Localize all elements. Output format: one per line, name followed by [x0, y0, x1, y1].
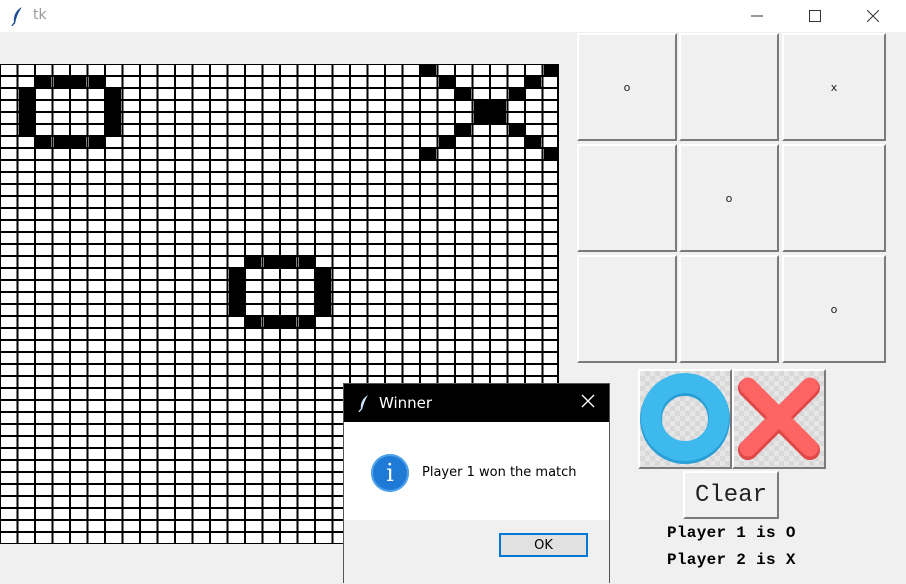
board-cell-6[interactable]	[782, 144, 886, 252]
grid-pixel-filled	[106, 113, 121, 123]
dialog-footer: OK	[344, 520, 609, 584]
grid-pixel-filled	[53, 77, 69, 87]
grid-pixel-filled	[543, 149, 559, 159]
board-cell-1[interactable]: o	[577, 33, 677, 141]
feather-icon	[10, 6, 26, 27]
close-icon	[867, 10, 879, 22]
maximize-button[interactable]	[792, 0, 838, 32]
grid-pixel-filled	[36, 137, 51, 147]
red-cross-x-icon	[738, 377, 820, 460]
minimize-icon	[751, 15, 763, 17]
grid-pixel-filled	[438, 77, 454, 87]
board-cell-5[interactable]: o	[679, 144, 779, 252]
grid-pixel-filled	[421, 149, 436, 159]
info-icon: i	[371, 454, 409, 492]
grid-pixel-filled	[508, 89, 524, 99]
grid-pixel-filled	[71, 137, 86, 147]
close-icon[interactable]	[581, 394, 595, 408]
close-button[interactable]	[850, 0, 896, 32]
grid-pixel-filled	[473, 101, 489, 111]
dialog-title: Winner	[379, 394, 433, 412]
grid-pixel-filled	[228, 281, 244, 291]
grid-pixel-filled	[281, 257, 296, 267]
grid-pixel-filled	[526, 137, 541, 147]
tictactoe-board: o x o o	[577, 33, 886, 368]
grid-pixel-filled	[18, 89, 34, 99]
grid-pixel-filled	[263, 317, 279, 327]
grid-pixel-filled	[246, 257, 261, 267]
ok-button[interactable]: OK	[499, 533, 588, 557]
grid-pixel-filled	[526, 77, 541, 87]
grid-pixel-filled	[281, 317, 296, 327]
grid-pixel-filled	[316, 269, 331, 279]
board-cell-2[interactable]	[679, 33, 779, 141]
minimize-button[interactable]	[734, 0, 780, 32]
grid-pixel-filled	[18, 125, 34, 135]
board-cell-9[interactable]: o	[782, 255, 886, 363]
grid-pixel-filled	[18, 101, 34, 111]
grid-pixel-filled	[491, 113, 506, 123]
grid-pixel-filled	[106, 89, 121, 99]
grid-pixel-filled	[228, 305, 244, 315]
player1-label: Player 1 is O	[667, 524, 796, 542]
grid-pixel-filled	[456, 125, 471, 135]
grid-pixel-filled	[106, 125, 121, 135]
board-cell-8[interactable]	[679, 255, 779, 363]
grid-pixel-filled	[88, 137, 104, 147]
winner-dialog: Winner i Player 1 won the match OK	[343, 383, 610, 584]
board-cell-7[interactable]	[577, 255, 677, 363]
grid-pixel-filled	[53, 137, 69, 147]
blue-ring-o-icon	[640, 373, 730, 464]
grid-pixel-filled	[88, 77, 104, 87]
feather-icon	[358, 395, 368, 412]
grid-pixel-filled	[508, 125, 524, 135]
grid-pixel-filled	[316, 293, 331, 303]
clear-button[interactable]: Clear	[683, 471, 779, 519]
grid-pixel-filled	[316, 281, 331, 291]
grid-pixel-filled	[298, 257, 314, 267]
grid-pixel-filled	[106, 101, 121, 111]
maximize-icon	[809, 10, 821, 22]
player2-label: Player 2 is X	[667, 551, 796, 569]
board-cell-4[interactable]	[577, 144, 677, 252]
window-titlebar: tk	[0, 0, 906, 32]
grid-pixel-filled	[18, 113, 34, 123]
grid-pixel-filled	[473, 113, 489, 123]
grid-pixel-filled	[491, 101, 506, 111]
grid-pixel-filled	[298, 317, 314, 327]
dialog-message: Player 1 won the match	[422, 465, 577, 480]
grid-pixel-filled	[543, 65, 559, 75]
select-o-button[interactable]	[638, 369, 732, 469]
board-cell-3[interactable]: x	[782, 33, 886, 141]
grid-pixel-filled	[316, 305, 331, 315]
grid-pixel-filled	[228, 293, 244, 303]
grid-pixel-filled	[36, 77, 51, 87]
grid-pixel-filled	[246, 317, 261, 327]
window-title: tk	[33, 7, 47, 23]
dialog-titlebar: Winner	[344, 384, 609, 422]
dialog-body: i Player 1 won the match	[344, 422, 609, 520]
grid-pixel-filled	[438, 137, 454, 147]
grid-pixel-filled	[456, 89, 471, 99]
select-x-button[interactable]	[732, 369, 826, 469]
grid-pixel-filled	[228, 269, 244, 279]
grid-pixel-filled	[71, 77, 86, 87]
grid-pixel-filled	[421, 65, 436, 75]
grid-pixel-filled	[263, 257, 279, 267]
